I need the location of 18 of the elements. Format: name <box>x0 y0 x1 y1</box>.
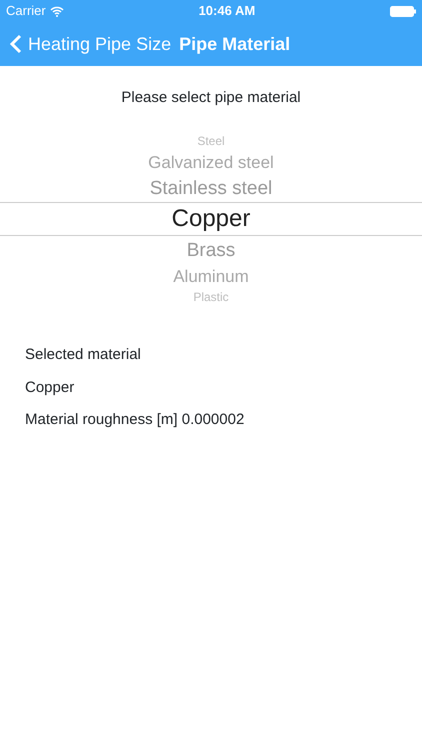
picker-option[interactable]: Stainless steel <box>150 178 272 198</box>
picker-option[interactable]: Galvanized steel <box>148 154 274 170</box>
back-chevron-icon <box>10 34 22 54</box>
picker-option[interactable]: Copper <box>172 207 250 231</box>
picker-option[interactable]: Steel <box>197 135 225 147</box>
info-text: Copper <box>25 378 76 398</box>
picker-option[interactable]: Plastic <box>193 291 229 303</box>
prompt-text: Please select pipe material <box>120 88 302 108</box>
wifi-icon <box>50 6 64 16</box>
carrier-label: Carrier <box>6 2 46 20</box>
picker-option[interactable]: Aluminum <box>173 268 249 284</box>
info-text: Selected material <box>25 345 142 365</box>
info-text: Material roughness [m] 0.000002 <box>25 410 246 430</box>
screen-title: Pipe Material <box>179 32 290 56</box>
back-button[interactable]: Heating Pipe Size <box>10 30 172 58</box>
status-time: 10:46 AM <box>198 2 256 20</box>
battery-icon <box>390 6 416 16</box>
picker-option[interactable]: Brass <box>186 240 236 260</box>
